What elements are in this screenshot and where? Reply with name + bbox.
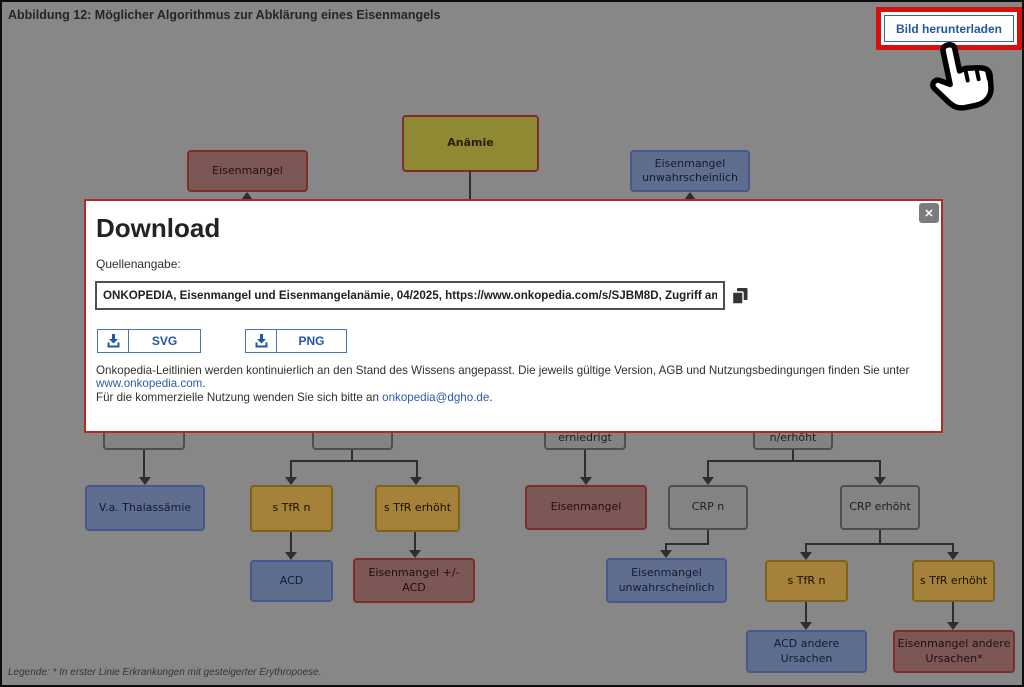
download-icon bbox=[246, 330, 277, 352]
download-icon bbox=[98, 330, 129, 352]
stfr-erhoeht-node-2: s TfR erhöht bbox=[912, 560, 995, 602]
stfr-erhoeht-node: s TfR erhöht bbox=[375, 485, 460, 532]
connector-line bbox=[665, 543, 709, 545]
stfr-n-node-2: s TfR n bbox=[765, 560, 848, 602]
download-png-button[interactable]: PNG bbox=[245, 329, 347, 353]
close-icon[interactable]: ✕ bbox=[919, 203, 939, 223]
eisenmangel-node-2: Eisenmangel bbox=[525, 485, 647, 530]
arrow-down-icon bbox=[139, 477, 151, 485]
arrow-down-icon bbox=[874, 477, 886, 485]
connector-line bbox=[805, 543, 954, 545]
eisenmangel-andere-ursachen-node: Eisenmangel andere Ursachen* bbox=[893, 630, 1015, 673]
note-text: . bbox=[202, 377, 205, 390]
figure-title: Abbildung 12: Möglicher Algorithmus zur … bbox=[8, 8, 440, 22]
hand-cursor-icon bbox=[918, 41, 1002, 120]
onkopedia-link[interactable]: www.onkopedia.com bbox=[96, 377, 202, 390]
acd-node: ACD bbox=[250, 560, 333, 602]
connector-line bbox=[879, 530, 881, 544]
connector-line bbox=[290, 532, 292, 552]
arrow-down-icon bbox=[947, 552, 959, 560]
connector-line bbox=[290, 460, 418, 462]
connector-line bbox=[952, 602, 954, 622]
modal-title: Download bbox=[96, 213, 220, 244]
eisenmangel-node: Eisenmangel bbox=[187, 150, 308, 192]
connector-line bbox=[143, 450, 145, 477]
connector-line bbox=[416, 460, 418, 477]
email-link[interactable]: onkopedia@dgho.de bbox=[382, 391, 489, 404]
connector-line bbox=[879, 460, 881, 477]
arrow-down-icon bbox=[285, 477, 297, 485]
connector-line bbox=[469, 171, 471, 199]
arrow-down-icon bbox=[800, 622, 812, 630]
connector-line bbox=[290, 460, 292, 477]
arrow-down-icon bbox=[702, 477, 714, 485]
eisenmangel-unwahrscheinlich-node: Eisenmangel unwahrscheinlich bbox=[630, 150, 750, 192]
download-svg-label: SVG bbox=[129, 330, 200, 352]
acd-andere-ursachen-node: ACD andere Ursachen bbox=[746, 630, 867, 673]
connector-line bbox=[707, 460, 709, 477]
copy-icon[interactable] bbox=[731, 287, 749, 305]
stfr-n-node: s TfR n bbox=[250, 485, 333, 532]
download-modal: ✕ Download Quellenangabe: SVG PNG Onkope… bbox=[84, 199, 943, 433]
connector-line bbox=[707, 530, 709, 544]
crp-erhoeht-node: CRP erhöht bbox=[840, 485, 920, 530]
commercial-note: Für die kommerzielle Nutzung wenden Sie … bbox=[96, 391, 934, 404]
anaemie-node: Anämie bbox=[402, 115, 539, 172]
eisenmangel-unwahrscheinlich-node-2: Eisenmangel unwahrscheinlich bbox=[606, 558, 727, 603]
bild-herunterladen-button[interactable]: Bild herunterladen bbox=[884, 15, 1014, 42]
citation-label: Quellenangabe: bbox=[96, 257, 181, 271]
arrow-down-icon bbox=[410, 477, 422, 485]
arrow-down-icon bbox=[947, 622, 959, 630]
figure-legend: Legende: * In erster Linie Erkrankungen … bbox=[8, 667, 322, 678]
arrow-down-icon bbox=[660, 550, 672, 558]
note-text: Onkopedia-Leitlinien werden kontinuierli… bbox=[96, 364, 909, 377]
eisenmangel-acd-node: Eisenmangel +/- ACD bbox=[353, 558, 475, 603]
note-text: Für die kommerzielle Nutzung wenden Sie … bbox=[96, 391, 382, 404]
arrow-down-icon bbox=[285, 552, 297, 560]
crp-n-node: CRP n bbox=[668, 485, 748, 530]
connector-line bbox=[805, 602, 807, 622]
connector-line bbox=[707, 460, 881, 462]
note-text: . bbox=[489, 391, 492, 404]
arrow-down-icon bbox=[580, 477, 592, 485]
arrow-down-icon bbox=[409, 550, 421, 558]
download-png-label: PNG bbox=[277, 330, 346, 352]
download-svg-button[interactable]: SVG bbox=[97, 329, 201, 353]
connector-line bbox=[414, 532, 416, 550]
va-thalassaemie-node: V.a. Thalassämie bbox=[85, 485, 205, 531]
arrow-down-icon bbox=[800, 552, 812, 560]
connector-line bbox=[584, 450, 586, 477]
guideline-note: Onkopedia-Leitlinien werden kontinuierli… bbox=[96, 364, 934, 390]
citation-input[interactable] bbox=[95, 281, 725, 310]
